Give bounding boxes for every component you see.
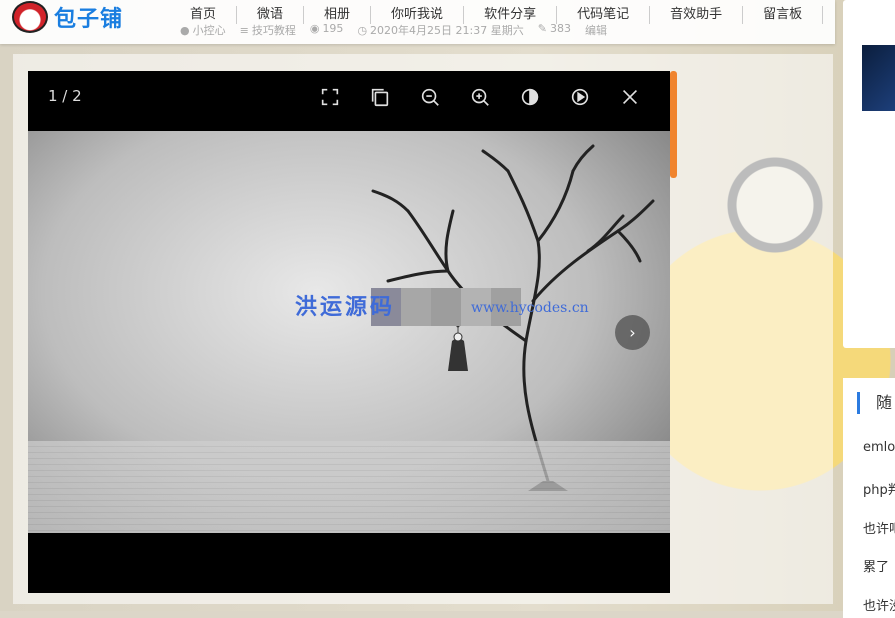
category-label: 技巧教程: [251, 24, 296, 37]
zoom-out-icon[interactable]: [418, 85, 442, 109]
post-meta: ● 小控心 ≡ 技巧教程 ◉ 195 ◷ 2020年4月25日 21:37 星期六 ✎ 3…: [180, 22, 607, 38]
sidebar-random-card: [843, 378, 895, 618]
fullscreen-icon[interactable]: [318, 85, 342, 109]
sidebar-link[interactable]: 也许没: [863, 595, 895, 614]
eye-icon: ◉: [309, 22, 320, 35]
nav-item-guestbook[interactable]: 留言板: [742, 6, 822, 24]
post-author[interactable]: ● 小控心: [180, 22, 226, 38]
watermark-en: www.hycodes.cn: [471, 300, 589, 316]
post-date: ◷ 2020年4月25日 21:37 星期六: [357, 22, 523, 38]
play-icon[interactable]: [568, 85, 592, 109]
logo-mascot-icon: [12, 1, 48, 33]
sidebar-link[interactable]: emlo: [863, 440, 895, 455]
viewer-image[interactable]: 洪运源码 www.hycodes.cn: [28, 131, 670, 533]
date-label: 2020年4月25日 21:37 星期六: [370, 24, 524, 37]
chevron-right-icon: ›: [629, 323, 636, 342]
contrast-icon[interactable]: [518, 85, 542, 109]
views-label: 195: [322, 22, 344, 35]
sidebar-random-title: 随: [857, 392, 892, 414]
sidebar-link[interactable]: 也许吧: [863, 518, 895, 537]
nav-item-sound[interactable]: 音效助手: [649, 6, 742, 24]
post-views: ◉ 195: [310, 22, 344, 38]
user-icon: ●: [180, 24, 190, 37]
sidebar-link[interactable]: php判: [863, 479, 895, 498]
next-image-button[interactable]: ›: [615, 315, 650, 350]
image-counter: 1 / 2: [48, 87, 82, 105]
site-logo[interactable]: 包子铺: [12, 0, 123, 34]
post-edit-link[interactable]: 编辑: [585, 22, 607, 38]
list-icon: ≡: [239, 24, 249, 37]
sidebar-image: [862, 45, 895, 111]
close-icon[interactable]: [618, 85, 642, 109]
zoom-in-icon[interactable]: [468, 85, 492, 109]
logo-text: 包子铺: [54, 7, 124, 32]
ground-texture: [28, 441, 670, 533]
edit-icon: ✎: [537, 22, 547, 35]
copy-icon[interactable]: [368, 85, 392, 109]
watermark-cn: 洪运源码: [295, 294, 396, 320]
viewer-toolbar: [318, 85, 642, 109]
sidebar-link[interactable]: 累了: [863, 556, 889, 575]
watermark-block: [431, 288, 461, 326]
post-category[interactable]: ≡ 技巧教程: [240, 22, 296, 38]
watermark-block: [401, 288, 431, 326]
clock-icon: ◷: [357, 24, 368, 37]
post-comments[interactable]: ✎ 383: [538, 22, 571, 38]
image-viewer: 1 / 2 洪运源码 www.hycodes.cn ›: [28, 71, 670, 593]
top-navbar: 包子铺 首页 微语 相册 你听我说 软件分享 代码笔记 音效助手 留言板 管理 …: [0, 0, 869, 44]
comments-label: 383: [549, 22, 571, 35]
author-label: 小控心: [192, 24, 226, 37]
scrollbar-thumb[interactable]: [670, 71, 677, 178]
